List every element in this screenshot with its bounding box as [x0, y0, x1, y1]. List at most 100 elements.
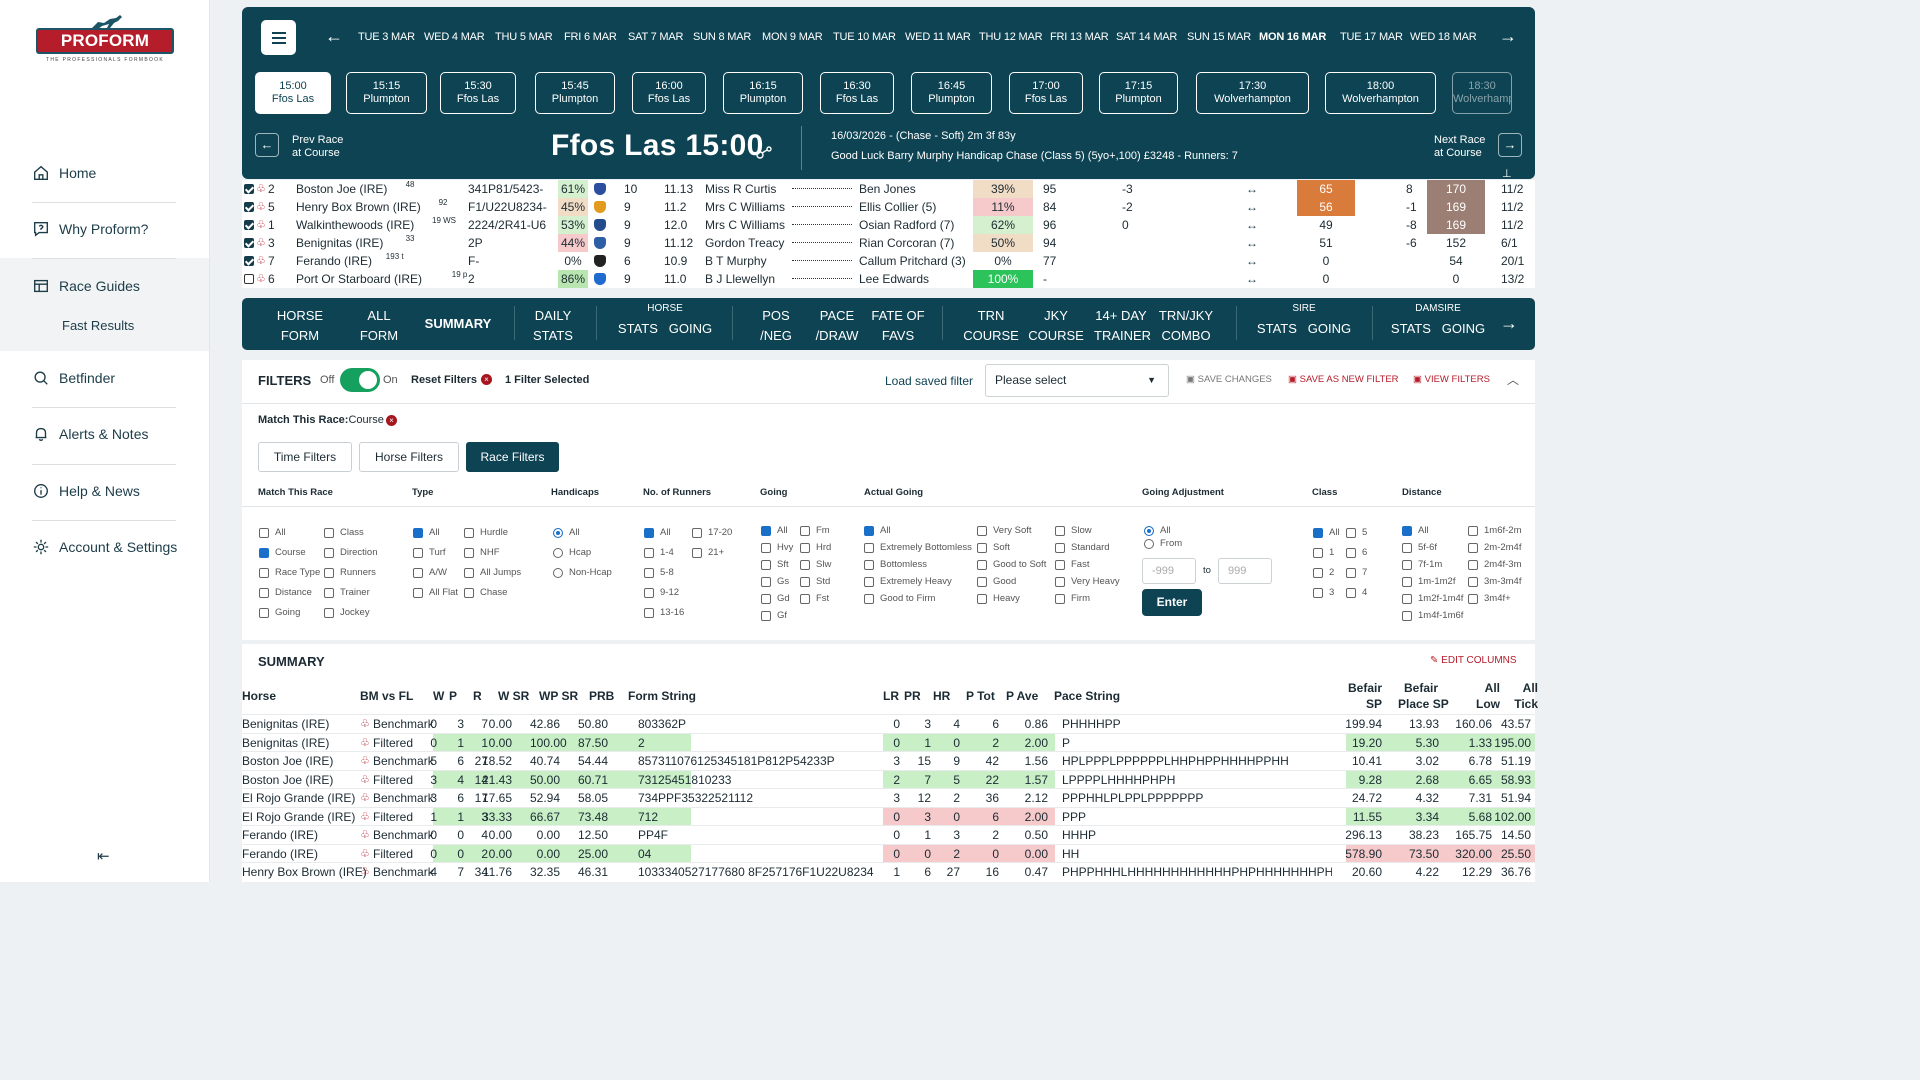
checkbox-icon[interactable] [761, 577, 771, 587]
race-button[interactable]: 15:00 Ffos Las [255, 72, 331, 114]
date-tab[interactable]: SAT 14 MAR [1116, 31, 1177, 43]
checkbox-icon[interactable] [259, 608, 269, 618]
summary-row[interactable]: Henry Box Brown (IRE) ♧ Benchmark 4 7 34 11.76… [242, 862, 1535, 880]
filter-option[interactable]: Extremely Heavy [864, 576, 952, 588]
summary-col-horse[interactable]: Horse [242, 688, 276, 704]
filter-option[interactable]: 9-12 [644, 587, 679, 599]
checkbox-icon[interactable] [644, 608, 654, 618]
race-button[interactable]: 18:00 Wolverhampton [1325, 72, 1436, 114]
filter-option[interactable]: All [1402, 525, 1429, 537]
tab-damsire-going[interactable]: GOING [1442, 321, 1485, 336]
checkbox-icon[interactable] [800, 577, 810, 587]
tab-sire-group[interactable]: SIRE STATS GOING [1252, 303, 1356, 339]
filter-option[interactable]: 7 [1346, 567, 1367, 579]
checkbox-icon[interactable] [977, 560, 987, 570]
summary-row[interactable]: Boston Joe (IRE) ♧ Filtered 3 4 14 21.43 50.00 6… [242, 769, 1535, 789]
radio-icon[interactable] [1144, 526, 1154, 536]
next-race-button[interactable]: → [1498, 133, 1522, 157]
filter-option[interactable]: Hvy [761, 542, 793, 554]
date-tab[interactable]: SUN 8 MAR [693, 31, 751, 43]
race-button[interactable]: 16:30 Ffos Las [820, 72, 894, 114]
race-button[interactable]: 17:30 Wolverhampton [1196, 72, 1309, 114]
runner-jockey[interactable]: Rian Corcoran (7) [859, 234, 954, 252]
checkbox-icon[interactable] [1468, 526, 1478, 536]
filter-option[interactable]: All Flat [413, 587, 458, 599]
checkbox-icon[interactable] [761, 611, 771, 621]
summary-horse[interactable]: Benignitas (IRE) [242, 734, 329, 752]
runner-trainer[interactable]: Miss R Curtis [705, 180, 776, 198]
reset-filters-button[interactable]: Reset Filters [411, 374, 477, 386]
race-button[interactable]: 17:15 Plumpton [1099, 72, 1178, 114]
summary-row[interactable]: Ferando (IRE) ♧ Benchmark 0 0 4 0.00 0.00 12.50 P… [242, 825, 1535, 843]
dates-next-arrow-icon[interactable]: → [1499, 26, 1517, 47]
runner-trainer[interactable]: Mrs C Williams [705, 216, 785, 234]
filter-option[interactable]: 5f-6f [1402, 542, 1437, 554]
filter-option[interactable]: 13-16 [644, 607, 684, 619]
filter-option[interactable]: Heavy [977, 593, 1020, 605]
checkbox-icon[interactable] [1313, 548, 1323, 558]
checkbox-icon[interactable] [1313, 588, 1323, 598]
filter-option[interactable]: All [761, 525, 788, 537]
proform-logo[interactable]: PROFORM RACING THE PROFESSIONALS FORMBOO… [36, 14, 174, 72]
checkbox-icon[interactable] [1055, 594, 1065, 604]
runner-trainer[interactable]: Mrs C Williams [705, 198, 785, 216]
checkbox-icon[interactable] [413, 588, 423, 598]
filter-option[interactable]: 1 [1313, 547, 1334, 559]
summary-col-ptot[interactable]: P Tot [966, 688, 995, 704]
filter-option[interactable]: 1m6f-2m [1468, 525, 1521, 537]
filter-option[interactable]: Bottomless [864, 559, 927, 571]
checkbox-icon[interactable] [1055, 526, 1065, 536]
adjust-to-input[interactable]: 999 [1218, 558, 1272, 584]
radio-icon[interactable] [553, 528, 563, 538]
date-tab[interactable]: MON 9 MAR [762, 31, 823, 43]
bell-icon[interactable]: ♧ [360, 715, 370, 733]
runner-row[interactable]: ♧ 2 Boston Joe (IRE) 48 341P81/5423- 61% 10 11.… [242, 180, 1535, 198]
filter-option[interactable]: Direction [324, 547, 378, 559]
filter-option[interactable]: Fst [800, 593, 829, 605]
filter-option[interactable]: All Jumps [464, 567, 521, 579]
runner-row[interactable]: ♧ 1 Walkinthewoods (IRE) 19 WS 2224/2R41-U6 5… [242, 216, 1535, 234]
tab-summary[interactable]: SUMMARY [422, 314, 494, 334]
checkbox-icon[interactable] [1468, 594, 1478, 604]
radio-icon[interactable] [553, 548, 563, 558]
summary-row[interactable]: Boston Joe (IRE) ♧ Benchmark 5 6 27 18.52 40.74… [242, 751, 1535, 769]
bell-icon[interactable]: ♧ [360, 789, 370, 807]
runner-trainer[interactable]: B J Llewellyn [705, 270, 775, 288]
filter-option[interactable]: Non-Hcap [553, 567, 612, 579]
filter-option[interactable]: 4 [1346, 587, 1367, 599]
checkbox-icon[interactable] [800, 526, 810, 536]
filter-option[interactable]: Sft [761, 559, 789, 571]
filter-option[interactable]: Std [800, 576, 830, 588]
tab-daily-stats[interactable]: DAILY STATS [528, 306, 578, 346]
saved-filter-select[interactable]: Please select ▼ [985, 364, 1169, 397]
filter-option[interactable]: 7f-1m [1402, 559, 1442, 571]
edit-columns-button[interactable]: ✎ EDIT COLUMNS [1430, 655, 1517, 666]
summary-horse[interactable]: Ferando (IRE) [242, 845, 318, 863]
checkbox-icon[interactable] [977, 577, 987, 587]
menu-button[interactable] [261, 20, 296, 55]
bell-icon[interactable]: ♧ [256, 252, 266, 270]
summary-col-p[interactable]: P [449, 688, 457, 704]
filter-option[interactable]: All [413, 527, 440, 539]
date-tab[interactable]: WED 11 MAR [905, 31, 971, 43]
bell-icon[interactable]: ♧ [256, 234, 266, 252]
date-tab[interactable]: THU 12 MAR [979, 31, 1043, 43]
nav-help[interactable]: Help & News [32, 476, 140, 506]
checkbox-icon[interactable] [1468, 577, 1478, 587]
checkbox-icon[interactable] [464, 588, 474, 598]
checkbox-icon[interactable] [644, 568, 654, 578]
filter-option[interactable]: 1-4 [644, 547, 674, 559]
runner-jockey[interactable]: Callum Pritchard (3) [859, 252, 966, 270]
filter-option[interactable]: Chase [464, 587, 507, 599]
summary-horse[interactable]: Henry Box Brown (IRE) [242, 863, 367, 881]
filter-option[interactable]: Firm [1055, 593, 1090, 605]
runner-jockey[interactable]: Ellis Collier (5) [859, 198, 936, 216]
date-tab[interactable]: WED 4 MAR [424, 31, 485, 43]
filter-option[interactable]: 2m4f-3m [1468, 559, 1521, 571]
filter-option[interactable]: 3m-3m4f [1468, 576, 1521, 588]
filters-toggle[interactable] [340, 368, 380, 392]
race-button[interactable]: 15:15 Plumpton [346, 72, 427, 114]
summary-horse[interactable]: El Rojo Grande (IRE) [242, 808, 355, 826]
checkbox-icon[interactable] [1468, 543, 1478, 553]
filter-option[interactable]: All [1313, 527, 1340, 539]
